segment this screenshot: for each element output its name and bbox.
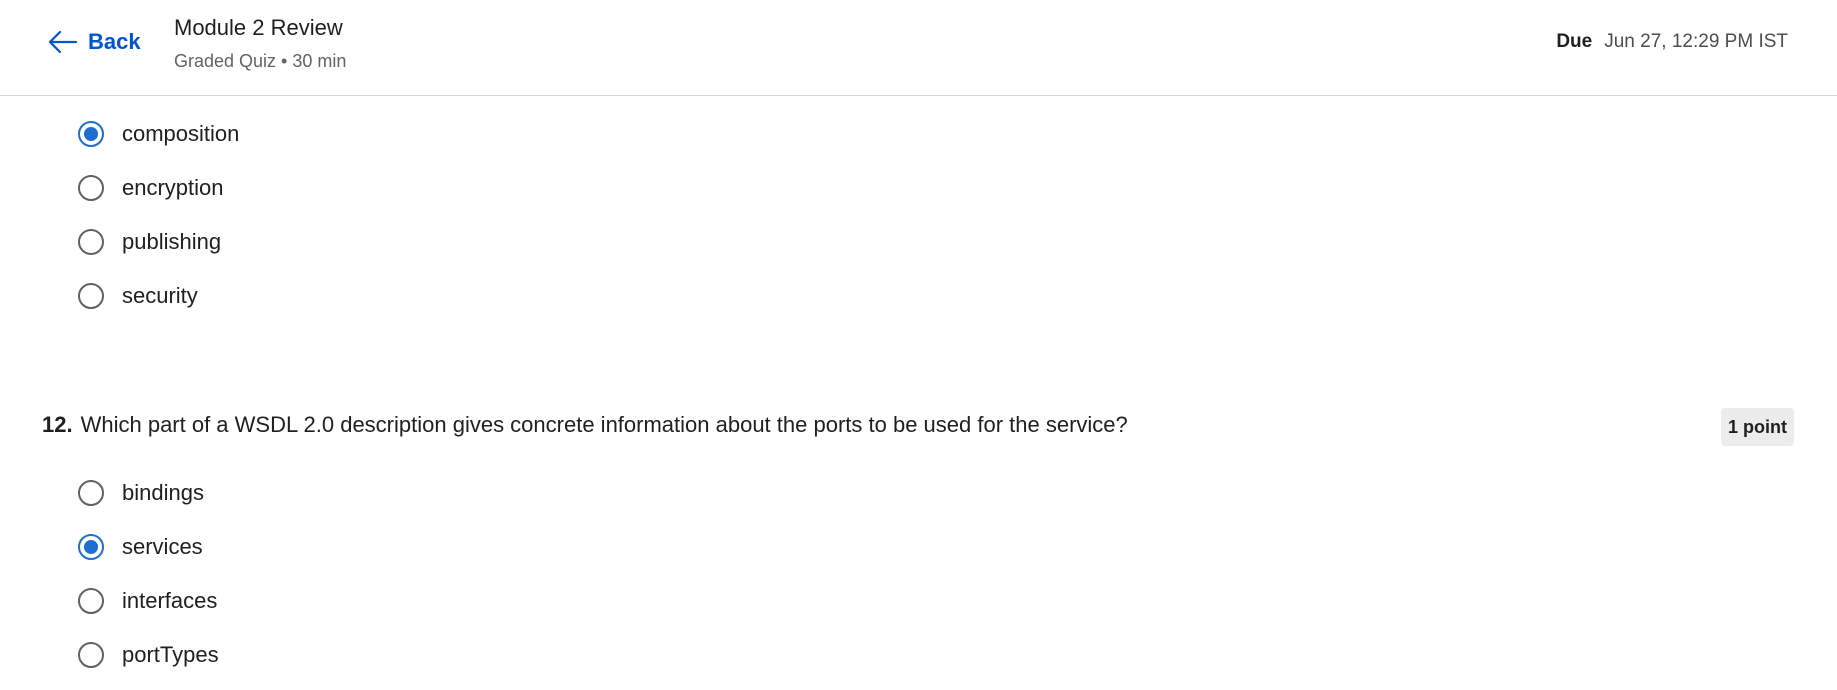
option-security[interactable]: security bbox=[78, 269, 239, 323]
option-composition[interactable]: composition bbox=[78, 107, 239, 161]
question-12-options: bindings services interfaces portTypes bbox=[78, 466, 219, 682]
back-button[interactable]: Back bbox=[48, 26, 141, 58]
option-bindings[interactable]: bindings bbox=[78, 466, 219, 520]
module-title: Module 2 Review bbox=[174, 15, 343, 40]
option-label: bindings bbox=[122, 480, 204, 505]
radio-button[interactable] bbox=[78, 283, 104, 309]
option-interfaces[interactable]: interfaces bbox=[78, 574, 219, 628]
option-services[interactable]: services bbox=[78, 520, 219, 574]
option-publishing[interactable]: publishing bbox=[78, 215, 239, 269]
radio-button[interactable] bbox=[78, 480, 104, 506]
radio-button[interactable] bbox=[78, 175, 104, 201]
radio-button[interactable] bbox=[78, 229, 104, 255]
radio-button[interactable] bbox=[78, 121, 104, 147]
question-text: Which part of a WSDL 2.0 description giv… bbox=[80, 412, 1128, 437]
option-label: interfaces bbox=[122, 588, 218, 613]
radio-button[interactable] bbox=[78, 642, 104, 668]
quiz-meta: Graded Quiz • 30 min bbox=[174, 51, 347, 71]
option-porttypes[interactable]: portTypes bbox=[78, 628, 219, 682]
arrow-left-icon bbox=[48, 30, 78, 54]
due-date: Due Jun 27, 12:29 PM IST bbox=[1556, 30, 1788, 54]
question-number: 12. bbox=[42, 412, 73, 437]
quiz-header: Back Module 2 Review Graded Quiz • 30 mi… bbox=[0, 0, 1837, 96]
option-label: composition bbox=[122, 121, 240, 146]
option-label: services bbox=[122, 534, 203, 559]
option-label: portTypes bbox=[122, 642, 219, 667]
question-12-prompt: 12. Which part of a WSDL 2.0 description… bbox=[42, 410, 1128, 440]
option-encryption[interactable]: encryption bbox=[78, 161, 239, 215]
option-label: publishing bbox=[122, 229, 222, 254]
due-value: Jun 27, 12:29 PM IST bbox=[1604, 31, 1788, 52]
radio-button[interactable] bbox=[78, 588, 104, 614]
option-label: security bbox=[122, 283, 198, 308]
radio-button[interactable] bbox=[78, 534, 104, 560]
question-11-options: composition encryption publishing securi… bbox=[78, 107, 239, 323]
points-badge: 1 point bbox=[1721, 408, 1794, 446]
due-label: Due bbox=[1556, 31, 1593, 52]
back-label: Back bbox=[88, 29, 141, 54]
quiz-title-block: Module 2 Review Graded Quiz • 30 min bbox=[174, 14, 346, 74]
option-label: encryption bbox=[122, 175, 224, 200]
